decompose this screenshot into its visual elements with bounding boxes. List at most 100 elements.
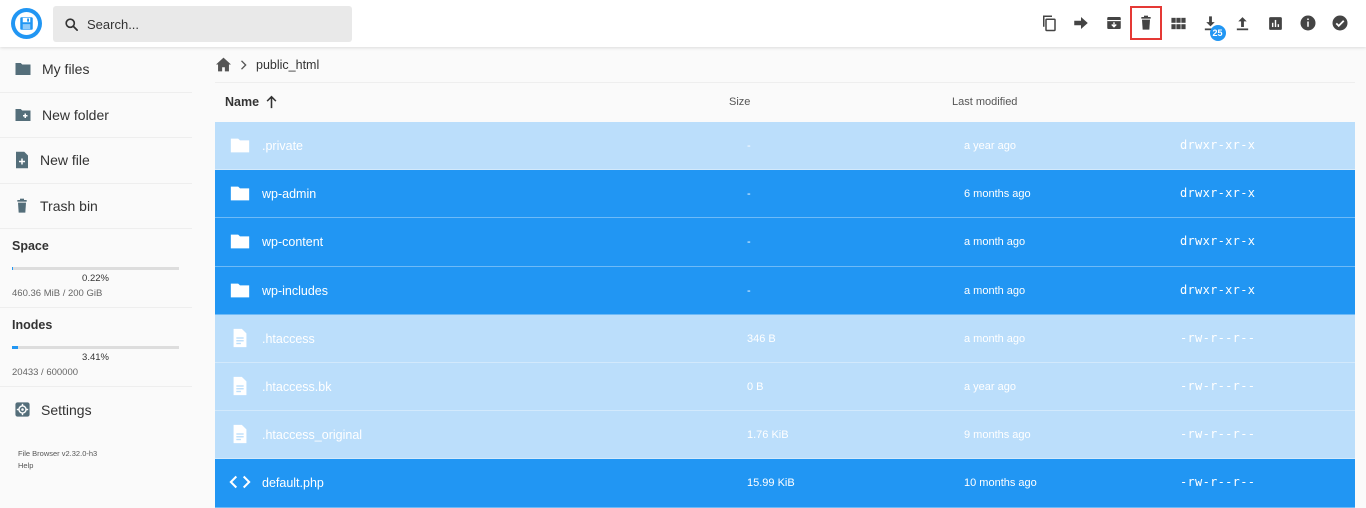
version-text: File Browser v2.32.0-h3 (18, 448, 192, 460)
file-modified: 10 months ago (964, 477, 1037, 489)
inodes-detail: 20433 / 600000 (12, 367, 180, 378)
table-row[interactable]: wp-content - a month ago drwxr-xr-x (215, 218, 1355, 266)
file-permissions: -rw-r--r-- (1180, 379, 1255, 393)
sidebar-item-new-file[interactable]: New file (0, 138, 192, 184)
sidebar-item-trash-bin[interactable]: Trash bin (0, 184, 192, 230)
file-permissions: drwxr-xr-x (1180, 283, 1255, 297)
file-modified: a month ago (964, 285, 1025, 297)
file-list: .private - a year ago drwxr-xr-x wp-admi… (215, 122, 1355, 508)
column-header-modified[interactable]: Last modified (952, 96, 1017, 108)
usage-button[interactable] (1259, 6, 1291, 40)
delete-button[interactable] (1130, 6, 1162, 40)
column-header-name-label: Name (225, 95, 259, 109)
space-usage: Space 0.22% 460.36 MiB / 200 GiB (0, 229, 192, 308)
file-modified: a year ago (964, 381, 1016, 393)
sidebar-item-my-files[interactable]: My files (0, 47, 192, 93)
sidebar-item-label: Trash bin (40, 198, 98, 214)
folder-icon (14, 61, 32, 77)
file-name: wp-content (262, 235, 323, 249)
settings-label: Settings (41, 402, 92, 418)
breadcrumb: public_html (215, 47, 1355, 83)
check-circle-icon (1331, 14, 1349, 32)
select-button[interactable] (1324, 6, 1356, 40)
file-permissions: -rw-r--r-- (1180, 427, 1255, 441)
help-link[interactable]: Help (18, 460, 192, 472)
move-button[interactable] (1065, 6, 1097, 40)
sidebar-item-new-folder[interactable]: New folder (0, 93, 192, 139)
column-header-name[interactable]: Name (225, 95, 278, 109)
file-permissions: -rw-r--r-- (1180, 475, 1255, 489)
download-count-badge: 25 (1210, 25, 1226, 41)
file-size: - (747, 236, 751, 248)
space-percent: 0.22% (12, 273, 179, 284)
table-row[interactable]: wp-includes - a month ago drwxr-xr-x (215, 267, 1355, 315)
inodes-percent: 3.41% (12, 352, 179, 363)
inodes-progress-bar (12, 346, 179, 349)
file-size: 15.99 KiB (747, 477, 795, 489)
file-modified: a year ago (964, 140, 1016, 152)
search-box[interactable] (53, 6, 352, 42)
search-icon (64, 17, 79, 32)
file-name: .htaccess (262, 332, 315, 346)
info-icon (1299, 14, 1317, 32)
table-row[interactable]: .htaccess_original 1.76 KiB 9 months ago… (215, 411, 1355, 459)
folder-icon (229, 182, 251, 204)
gear-icon (14, 401, 31, 418)
table-row[interactable]: .private - a year ago drwxr-xr-x (215, 122, 1355, 170)
file-size: - (747, 188, 751, 200)
file-size: 1.76 KiB (747, 429, 789, 441)
copy-button[interactable] (1033, 6, 1065, 40)
column-header-size[interactable]: Size (729, 96, 750, 108)
upload-button[interactable] (1227, 6, 1259, 40)
upload-icon (1234, 15, 1251, 32)
trash-icon (1138, 14, 1154, 32)
sidebar-footer: File Browser v2.32.0-h3 Help (0, 448, 192, 472)
folder-icon (229, 279, 251, 301)
file-name: wp-includes (262, 284, 328, 298)
space-progress-bar (12, 267, 179, 270)
home-icon[interactable] (215, 57, 232, 72)
file-size: - (747, 140, 751, 152)
search-input[interactable] (87, 17, 327, 32)
file-permissions: drwxr-xr-x (1180, 186, 1255, 200)
file-permissions: drwxr-xr-x (1180, 138, 1255, 152)
info-button[interactable] (1291, 6, 1323, 40)
chevron-right-icon (240, 60, 248, 70)
folder-icon (229, 134, 251, 156)
file-modified: 9 months ago (964, 429, 1031, 441)
trash-icon (14, 197, 30, 215)
file-modified: 6 months ago (964, 188, 1031, 200)
file-size: 0 B (747, 381, 764, 393)
file-name: .private (262, 139, 303, 153)
inodes-title: Inodes (12, 318, 180, 332)
file-list-header: Name Size Last modified (215, 83, 1355, 121)
table-row[interactable]: default.php 15.99 KiB 10 months ago -rw-… (215, 459, 1355, 507)
space-title: Space (12, 239, 180, 253)
table-row[interactable]: .htaccess 346 B a month ago -rw-r--r-- (215, 315, 1355, 363)
sidebar-item-settings[interactable]: Settings (0, 387, 192, 432)
chart-icon (1267, 15, 1284, 32)
sidebar-item-label: New file (40, 152, 90, 168)
download-button[interactable]: 25 (1195, 6, 1227, 40)
header-bar: 25 (0, 0, 1366, 47)
table-row[interactable]: .htaccess.bk 0 B a year ago -rw-r--r-- (215, 363, 1355, 411)
file-name: .htaccess_original (262, 428, 362, 442)
toolbar: 25 (1033, 6, 1356, 40)
file-name: default.php (262, 476, 324, 490)
file-plus-icon (14, 151, 30, 169)
file-modified: a month ago (964, 333, 1025, 345)
app-logo[interactable] (11, 8, 42, 39)
copy-icon (1040, 14, 1058, 32)
table-row[interactable]: wp-admin - 6 months ago drwxr-xr-x (215, 170, 1355, 218)
breadcrumb-item-public-html[interactable]: public_html (256, 58, 319, 72)
code-icon (229, 471, 251, 493)
file-permissions: -rw-r--r-- (1180, 331, 1255, 345)
inodes-usage: Inodes 3.41% 20433 / 600000 (0, 308, 192, 387)
view-mode-button[interactable] (1162, 6, 1194, 40)
archive-button[interactable] (1098, 6, 1130, 40)
file-permissions: drwxr-xr-x (1180, 234, 1255, 248)
grid-icon (1170, 15, 1187, 32)
archive-icon (1105, 14, 1123, 32)
file-name: wp-admin (262, 187, 316, 201)
file-icon (229, 375, 251, 397)
